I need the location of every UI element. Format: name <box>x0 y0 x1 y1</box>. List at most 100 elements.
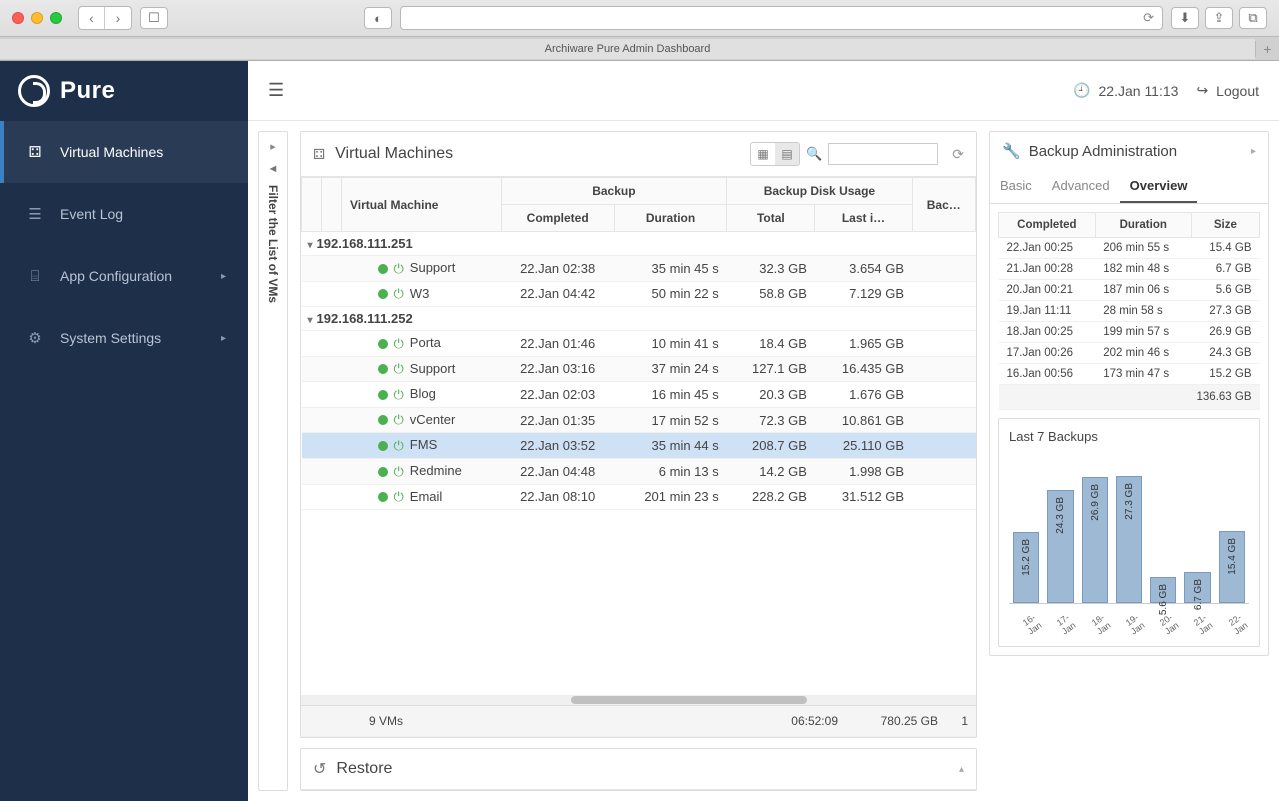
history-row[interactable]: 20.Jan 00:21187 min 06 s5.6 GB <box>999 280 1260 301</box>
horizontal-scrollbar[interactable] <box>301 695 976 705</box>
status-dot-icon <box>378 441 388 451</box>
col-duration[interactable]: Duration <box>1095 213 1191 238</box>
power-icon: ⏻ <box>394 412 404 427</box>
list-view-button[interactable]: ▤ <box>775 143 799 165</box>
url-bar[interactable]: ⟳ <box>400 6 1163 30</box>
chart-bar: 24.3 GB <box>1047 490 1073 603</box>
chart-bar: 5.6 GB <box>1150 577 1176 603</box>
chart-bar: 15.4 GB <box>1219 531 1245 603</box>
sidebar-item-virtual-machines[interactable]: ⚃ Virtual Machines <box>0 121 248 183</box>
tab-basic[interactable]: Basic <box>990 170 1042 203</box>
sitemap-icon: ⚃ <box>26 143 44 161</box>
vm-row[interactable]: ⏻W3 22.Jan 04:42 50 min 22 s 58.8 GB 7.1… <box>302 281 976 307</box>
col-size[interactable]: Size <box>1191 213 1259 238</box>
power-icon: ⏻ <box>394 361 404 376</box>
downloads-button[interactable]: ⬇ <box>1171 7 1199 29</box>
tab-overview[interactable]: Overview <box>1120 170 1198 203</box>
reader-button[interactable]: ◐ <box>364 7 392 29</box>
tab-advanced[interactable]: Advanced <box>1042 170 1120 203</box>
col-total[interactable]: Total <box>727 205 815 232</box>
vm-row[interactable]: ⏻vCenter 22.Jan 01:35 17 min 52 s 72.3 G… <box>302 407 976 433</box>
refresh-button[interactable]: ⟳ <box>952 146 964 163</box>
power-icon: ⏻ <box>394 464 404 479</box>
vm-row[interactable]: ⏻Support 22.Jan 03:16 37 min 24 s 127.1 … <box>302 356 976 382</box>
chart-x-label: 22-Jan <box>1221 608 1254 639</box>
history-row[interactable]: 17.Jan 00:26202 min 46 s24.3 GB <box>999 343 1260 364</box>
logout-button[interactable]: ↪ Logout <box>1196 82 1259 99</box>
chart-x-label: 17-Jan <box>1050 608 1083 639</box>
history-row[interactable]: 16.Jan 00:56173 min 47 s15.2 GB <box>999 364 1260 385</box>
chart-x-label: 16-Jan <box>1015 608 1048 639</box>
expand-icon: ▸ <box>270 140 276 153</box>
power-icon: ⏻ <box>394 438 404 453</box>
menu-toggle-button[interactable]: ☰ <box>268 80 284 101</box>
history-row[interactable]: 22.Jan 00:25206 min 55 s15.4 GB <box>999 238 1260 259</box>
tabs-button[interactable]: ⧉ <box>1239 7 1267 29</box>
gears-icon: ⚙ <box>26 329 44 347</box>
power-icon: ⏻ <box>394 489 404 504</box>
col-usage: Backup Disk Usage <box>727 178 912 205</box>
total-size: 136.63 GB <box>999 385 1260 410</box>
power-icon: ⏻ <box>394 286 404 301</box>
sidebar-toggle-button[interactable]: ☐ <box>140 7 168 29</box>
col-vm[interactable]: Virtual Machine <box>342 178 502 232</box>
search-input[interactable] <box>828 143 938 165</box>
history-row[interactable]: 18.Jan 00:25199 min 57 s26.9 GB <box>999 322 1260 343</box>
chart-bar: 27.3 GB <box>1116 476 1142 603</box>
history-row[interactable]: 19.Jan 11:1128 min 58 s27.3 GB <box>999 301 1260 322</box>
status-dot-icon <box>378 390 388 400</box>
grid-view-button[interactable]: ▦ <box>751 143 775 165</box>
drive-icon: ⌸ <box>26 268 44 285</box>
sidebar-item-event-log[interactable]: ☰ Event Log <box>0 183 248 245</box>
filter-panel-collapsed[interactable]: ▸ ◄ Filter the List of VMs <box>258 131 288 791</box>
host-group-row[interactable]: ▾192.168.111.251 <box>302 232 976 256</box>
vm-row[interactable]: ⏻Redmine 22.Jan 04:48 6 min 13 s 14.2 GB… <box>302 458 976 484</box>
host-group-row[interactable]: ▾192.168.111.252 <box>302 307 976 331</box>
col-last[interactable]: Last i… <box>815 205 912 232</box>
new-tab-button[interactable]: + <box>1255 41 1279 57</box>
restore-toggle[interactable]: ↺ Restore ▴ <box>301 749 976 790</box>
sidebar-item-app-configuration[interactable]: ⌸ App Configuration ▸ <box>0 245 248 307</box>
close-window-icon[interactable] <box>12 12 24 24</box>
datetime-display: 🕘 22.Jan 11:13 <box>1073 82 1178 99</box>
collapse-icon: ▴ <box>959 764 964 775</box>
restore-panel: ↺ Restore ▴ <box>300 748 977 791</box>
chart-bar: 15.2 GB <box>1013 532 1039 603</box>
chart-bar: 26.9 GB <box>1082 477 1108 603</box>
vm-row[interactable]: ⏻Blog 22.Jan 02:03 16 min 45 s 20.3 GB 1… <box>302 382 976 408</box>
sidebar: Pure ⚃ Virtual Machines ☰ Event Log ⌸ Ap… <box>0 61 248 801</box>
vm-row[interactable]: ⏻Email 22.Jan 08:10 201 min 23 s 228.2 G… <box>302 484 976 510</box>
nav-buttons: ‹ › <box>78 6 132 30</box>
forward-button[interactable]: › <box>105 7 131 29</box>
share-button[interactable]: ⇪ <box>1205 7 1233 29</box>
panel-title: Virtual Machines <box>335 145 453 163</box>
status-dot-icon <box>378 415 388 425</box>
backup-admin-panel: 🔧 Backup Administration ▸ Basic Advanced… <box>989 131 1269 656</box>
topbar: ☰ 🕘 22.Jan 11:13 ↪ Logout <box>248 61 1279 121</box>
list-icon: ☰ <box>26 205 44 223</box>
vm-row[interactable]: ⏻Support 22.Jan 02:38 35 min 45 s 32.3 G… <box>302 256 976 282</box>
vm-row[interactable]: ⏻FMS 22.Jan 03:52 35 min 44 s 208.7 GB 2… <box>302 433 976 459</box>
minimize-window-icon[interactable] <box>31 12 43 24</box>
vm-row[interactable]: ⏻Porta 22.Jan 01:46 10 min 41 s 18.4 GB … <box>302 331 976 357</box>
vm-panel: ⚃ Virtual Machines ▦ ▤ 🔍 ⟳ <box>300 131 977 738</box>
sidebar-item-system-settings[interactable]: ⚙ System Settings ▸ <box>0 307 248 369</box>
maximize-window-icon[interactable] <box>50 12 62 24</box>
col-duration[interactable]: Duration <box>614 205 726 232</box>
browser-tab[interactable]: Archiware Pure Admin Dashboard <box>0 39 1255 59</box>
vm-table: Virtual Machine Backup Backup Disk Usage… <box>301 177 976 510</box>
chart-x-label: 19-Jan <box>1118 608 1151 639</box>
sidebar-item-label: Event Log <box>60 206 123 222</box>
back-button[interactable]: ‹ <box>79 7 105 29</box>
col-completed[interactable]: Completed <box>999 213 1096 238</box>
history-row[interactable]: 21.Jan 00:28182 min 48 s6.7 GB <box>999 259 1260 280</box>
chevron-right-icon[interactable]: ▸ <box>1251 146 1256 157</box>
backup-history-table: Completed Duration Size 22.Jan 00:25206 … <box>998 212 1260 410</box>
col-bac[interactable]: Bac… <box>912 178 975 232</box>
col-completed[interactable]: Completed <box>501 205 614 232</box>
reload-icon[interactable]: ⟳ <box>1143 10 1154 26</box>
view-toggle: ▦ ▤ <box>750 142 800 166</box>
chart-x-label: 21-Jan <box>1187 608 1220 639</box>
logout-icon: ↪ <box>1196 82 1208 99</box>
window-controls <box>12 12 62 24</box>
